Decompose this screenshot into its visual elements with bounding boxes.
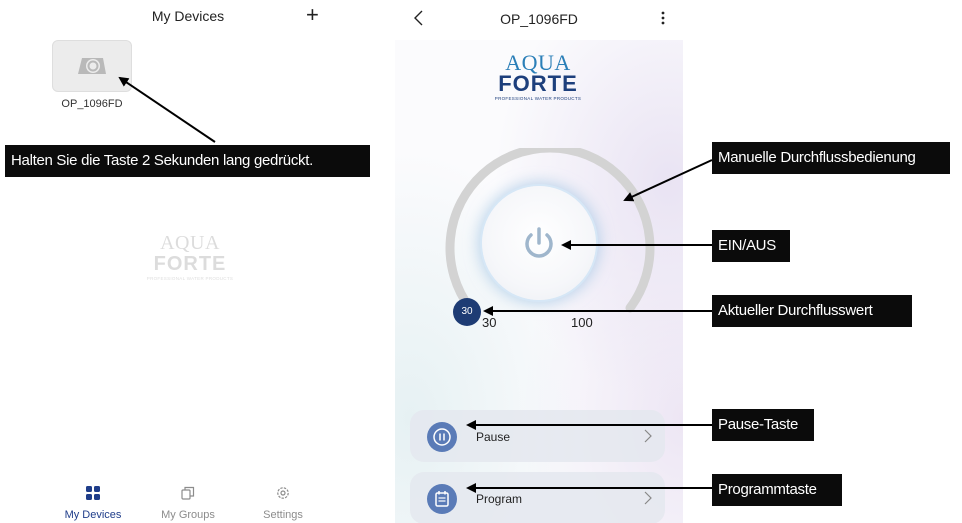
callout-manual-flow: Manuelle Durchflussbedienung (712, 142, 950, 174)
callout-program-button: Programmtaste (712, 474, 842, 506)
callout-on-off: EIN/AUS (712, 230, 790, 262)
callout-pause-button: Pause-Taste (712, 409, 814, 441)
callout-hold-button: Halten Sie die Taste 2 Sekunden lang ged… (5, 145, 370, 177)
callout-arrows (118, 76, 713, 493)
arrow-hold (118, 76, 216, 143)
callout-current-flow: Aktueller Durchflusswert (712, 295, 912, 327)
arrow-manual (623, 159, 713, 202)
